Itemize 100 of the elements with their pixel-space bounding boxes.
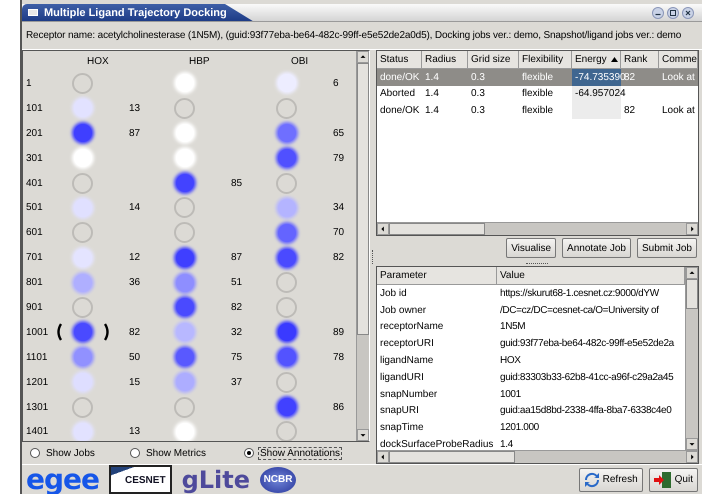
intensity-dot[interactable] — [176, 274, 194, 292]
job-row[interactable]: done/OK 1.4 0.3 flexible -74.73539082 Look at — [376, 69, 698, 86]
parameter-name: ligandName — [380, 355, 434, 366]
snapshot-label: 601 — [24, 227, 44, 238]
intensity-dot[interactable] — [278, 224, 296, 242]
close-icon[interactable] — [682, 6, 694, 18]
intensity-dot[interactable] — [74, 198, 92, 217]
scroll-left-icon[interactable] — [376, 451, 389, 463]
intensity-dot[interactable] — [176, 174, 194, 192]
scroll-right-icon[interactable] — [686, 451, 698, 463]
intensity-dot[interactable] — [74, 274, 92, 292]
intensity-dot[interactable] — [278, 398, 296, 416]
intensity-dot[interactable] — [176, 149, 194, 168]
empty-circle[interactable] — [174, 396, 196, 418]
column-header[interactable]: Value — [496, 267, 685, 285]
empty-circle[interactable] — [72, 396, 94, 418]
parameter-value: 1201.000 — [500, 422, 539, 434]
intensity-dot[interactable] — [176, 298, 194, 316]
parameter-name: snapTime — [380, 422, 424, 434]
table-cell: 0.3 — [470, 72, 485, 83]
table-cell: flexible — [522, 88, 554, 100]
empty-circle[interactable] — [72, 172, 94, 194]
refresh-button[interactable]: Refresh — [578, 468, 643, 492]
empty-circle[interactable] — [276, 172, 298, 194]
score-value: 78 — [332, 352, 346, 363]
score-value: 36 — [128, 277, 142, 288]
column-header[interactable]: Parameter — [376, 267, 497, 285]
score-value: 51 — [230, 277, 244, 288]
column-header[interactable]: Grid size — [468, 51, 519, 69]
maximize-icon[interactable] — [667, 6, 679, 18]
scroll-thumb[interactable] — [686, 279, 698, 309]
job-button[interactable]: Visualise — [506, 238, 556, 258]
column-header[interactable]: Flexibility — [518, 51, 572, 69]
intensity-dot[interactable] — [278, 149, 296, 168]
column-header[interactable]: Radius — [422, 51, 468, 69]
intensity-dot[interactable] — [74, 323, 92, 342]
window-title: Multiple Ligand Trajectory Docking — [22, 4, 253, 21]
horizontal-scrollbar[interactable] — [376, 450, 698, 463]
scroll-left-icon[interactable] — [376, 223, 389, 235]
intensity-dot[interactable] — [74, 149, 92, 168]
scroll-down-icon[interactable] — [356, 429, 369, 441]
job-button[interactable]: Submit Job — [636, 238, 697, 258]
scroll-thumb[interactable] — [388, 223, 485, 235]
table-cell: Look at — [662, 72, 695, 83]
empty-circle[interactable] — [72, 222, 94, 244]
column-header[interactable]: Energy — [572, 51, 621, 69]
parameter-name: receptorURI — [380, 338, 434, 350]
job-row[interactable]: Aborted 1.4 0.3 flexible -64.957024 — [376, 86, 698, 102]
minimize-icon[interactable] — [652, 6, 664, 18]
empty-circle[interactable] — [276, 272, 298, 294]
vertical-scrollbar[interactable] — [356, 51, 369, 441]
parameter-value: 1.4 — [500, 439, 513, 450]
empty-circle[interactable] — [276, 296, 298, 318]
empty-circle[interactable] — [174, 98, 196, 119]
scroll-down-icon[interactable] — [686, 438, 698, 450]
intensity-dot[interactable] — [176, 373, 194, 392]
quit-button[interactable]: Quit — [648, 468, 698, 492]
view-radio[interactable]: Show Metrics — [128, 446, 242, 460]
table-cell: 82 — [624, 104, 636, 116]
empty-circle[interactable] — [276, 421, 298, 441]
intensity-dot[interactable] — [176, 323, 194, 342]
intensity-dot[interactable] — [278, 198, 296, 217]
empty-circle[interactable] — [72, 296, 94, 318]
intensity-dot[interactable] — [176, 124, 194, 142]
score-value: 87 — [128, 128, 142, 139]
intensity-dot[interactable] — [74, 373, 92, 392]
horizontal-scrollbar[interactable] — [376, 222, 698, 235]
scroll-thumb[interactable] — [356, 63, 369, 335]
scroll-up-icon[interactable] — [356, 51, 369, 63]
empty-circle[interactable] — [174, 222, 196, 244]
empty-circle[interactable] — [276, 98, 298, 119]
empty-circle[interactable] — [276, 372, 298, 393]
column-header[interactable]: Comme — [658, 51, 698, 69]
scroll-up-icon[interactable] — [686, 267, 698, 279]
table-cell: done/OK — [380, 72, 420, 83]
intensity-dot[interactable] — [176, 422, 194, 441]
scroll-right-icon[interactable] — [686, 223, 698, 235]
view-radio[interactable]: Show Jobs — [28, 446, 128, 460]
intensity-dot[interactable] — [176, 248, 194, 267]
job-button[interactable]: Annotate Job — [562, 238, 631, 258]
intensity-dot[interactable] — [278, 323, 296, 342]
intensity-dot[interactable] — [278, 74, 296, 92]
intensity-dot[interactable] — [278, 124, 296, 142]
parameter-value: https://skurut68-1.cesnet.cz:9000/dYW — [500, 288, 659, 299]
vertical-scrollbar[interactable] — [685, 267, 698, 450]
intensity-dot[interactable] — [74, 248, 92, 267]
intensity-dot[interactable] — [74, 99, 92, 118]
intensity-dot[interactable] — [176, 74, 194, 92]
scroll-thumb[interactable] — [388, 451, 515, 463]
intensity-dot[interactable] — [278, 248, 296, 267]
intensity-dot[interactable] — [278, 348, 296, 366]
intensity-dot[interactable] — [74, 124, 92, 142]
empty-circle[interactable] — [72, 72, 94, 94]
column-header[interactable]: Rank — [620, 51, 659, 69]
score-value: 82 — [230, 302, 244, 313]
empty-circle[interactable] — [174, 197, 196, 218]
intensity-dot[interactable] — [74, 348, 92, 366]
intensity-dot[interactable] — [176, 348, 194, 366]
intensity-dot[interactable] — [74, 422, 92, 441]
column-header[interactable]: Status — [376, 51, 422, 69]
